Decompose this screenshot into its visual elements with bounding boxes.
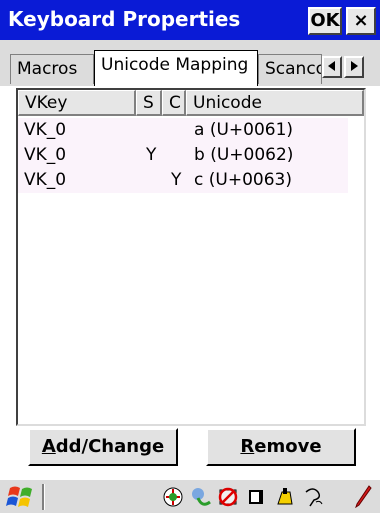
title-bar: Keyboard Properties OK × (0, 0, 380, 40)
list-row[interactable]: VK_0 a (U+0061) (18, 118, 364, 143)
arrow-right-icon (351, 61, 358, 71)
unicode-mapping-list[interactable]: VKey S C Unicode VK_0 a (U+0061) VK_0 Y … (16, 88, 366, 426)
tab-strip: Macros Unicode Mapping Scancode (0, 40, 380, 86)
tab-scroll-right-button[interactable] (344, 56, 364, 78)
tab-scroll-left-button[interactable] (322, 56, 342, 78)
arrow-left-icon (328, 61, 335, 71)
battery-icon[interactable] (246, 486, 268, 508)
tab-macros[interactable]: Macros (10, 54, 94, 84)
ok-button[interactable]: OK (308, 7, 342, 35)
add-change-button[interactable]: Add/Change (28, 428, 178, 466)
start-button[interactable] (4, 482, 38, 512)
column-header-unicode[interactable]: Unicode (186, 90, 364, 116)
tab-scancode[interactable]: Scancode (258, 54, 322, 84)
no-signal-icon[interactable] (218, 486, 240, 508)
cell-vkey: VK_0 (24, 120, 67, 140)
column-header-s[interactable]: S (136, 90, 162, 116)
keyboard-icon[interactable] (274, 486, 296, 508)
list-row[interactable]: VK_0 Y b (U+0062) (18, 143, 364, 168)
close-button[interactable]: × (346, 7, 376, 35)
cell-s: Y (146, 145, 157, 165)
system-tray (162, 484, 324, 510)
cell-vkey: VK_0 (24, 170, 67, 190)
tab-unicode-mapping[interactable]: Unicode Mapping (94, 50, 258, 86)
column-header-c[interactable]: C (162, 90, 186, 116)
add-change-mnemonic: A (41, 436, 56, 457)
network-icon[interactable] (162, 486, 184, 508)
cell-vkey: VK_0 (24, 145, 67, 165)
add-change-label: dd/Change (55, 436, 165, 457)
list-row[interactable]: VK_0 Y c (U+0063) (18, 168, 364, 193)
cell-unicode: c (U+0063) (194, 170, 292, 190)
windows-start-icon (6, 486, 32, 507)
remove-label: emove (254, 436, 322, 457)
cell-unicode: b (U+0062) (194, 145, 294, 165)
list-header: VKey S C Unicode (18, 90, 364, 116)
user-icon[interactable] (302, 486, 324, 508)
connection-icon[interactable] (190, 486, 212, 508)
window-title: Keyboard Properties (8, 7, 241, 31)
column-header-vkey[interactable]: VKey (18, 90, 136, 116)
list-rows: VK_0 a (U+0061) VK_0 Y b (U+0062) VK_0 Y… (18, 118, 364, 193)
taskbar (0, 478, 380, 513)
cell-c: Y (171, 170, 182, 190)
taskbar-separator (42, 484, 45, 510)
cell-unicode: a (U+0061) (194, 120, 294, 140)
remove-button[interactable]: Remove (206, 428, 356, 466)
remove-mnemonic: R (240, 436, 255, 457)
pen-icon[interactable] (354, 484, 372, 509)
